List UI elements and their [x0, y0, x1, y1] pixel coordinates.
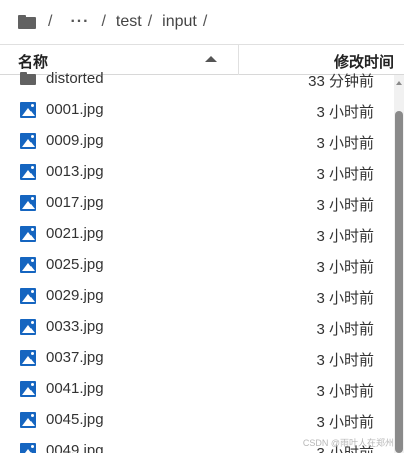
- breadcrumb: / ··· / test / input /: [0, 0, 404, 44]
- watermark: CSDN @雨叶人在郑州: [302, 438, 394, 448]
- image-file-icon: [20, 443, 36, 453]
- image-file-icon: [20, 102, 36, 118]
- file-row[interactable]: 0013.jpg 3 小时前: [0, 157, 394, 188]
- image-file-icon: [20, 195, 36, 211]
- file-name: 0045.jpg: [46, 411, 104, 428]
- image-file-icon: [20, 164, 36, 180]
- file-name: 0041.jpg: [46, 380, 104, 397]
- file-row[interactable]: 0037.jpg 3 小时前: [0, 343, 394, 374]
- image-file-icon: [20, 319, 36, 335]
- file-name: 0025.jpg: [46, 256, 104, 273]
- image-file-icon: [20, 133, 36, 149]
- file-row[interactable]: 0025.jpg 3 小时前: [0, 250, 394, 281]
- file-modified-time: 33 分钟前: [308, 73, 374, 90]
- breadcrumb-item-test[interactable]: test: [116, 13, 142, 31]
- file-row[interactable]: 0029.jpg 3 小时前: [0, 281, 394, 312]
- folder-icon[interactable]: [18, 15, 36, 29]
- scroll-up-icon[interactable]: [396, 81, 402, 85]
- breadcrumb-item-input[interactable]: input: [162, 13, 197, 31]
- file-name: 0009.jpg: [46, 132, 104, 149]
- file-modified-time: 3 小时前: [316, 228, 374, 245]
- file-name: 0037.jpg: [46, 349, 104, 366]
- breadcrumb-separator: /: [101, 13, 106, 30]
- file-browser: / ··· / test / input / 名称 修改时间 distorted…: [0, 0, 404, 453]
- file-name: 0013.jpg: [46, 163, 104, 180]
- file-list: distorted 33 分钟前 0001.jpg 3 小时前 0009.jpg 3 小时…: [0, 62, 394, 453]
- folder-row[interactable]: distorted 33 分钟前: [0, 64, 394, 95]
- image-file-icon: [20, 350, 36, 366]
- file-name: 0033.jpg: [46, 318, 104, 335]
- file-modified-time: 3 小时前: [316, 166, 374, 183]
- file-row[interactable]: 0017.jpg 3 小时前: [0, 188, 394, 219]
- folder-icon: [20, 71, 36, 87]
- image-file-icon: [20, 381, 36, 397]
- file-name: 0021.jpg: [46, 225, 104, 242]
- more-icon[interactable]: ···: [70, 13, 89, 31]
- file-modified-time: 3 小时前: [316, 352, 374, 369]
- breadcrumb-separator: /: [48, 13, 53, 30]
- file-modified-time: 3 小时前: [316, 259, 374, 276]
- image-file-icon: [20, 226, 36, 242]
- file-modified-time: 3 小时前: [316, 135, 374, 152]
- scrollbar[interactable]: [394, 75, 404, 453]
- file-row[interactable]: 0009.jpg 3 小时前: [0, 126, 394, 157]
- scrollbar-thumb[interactable]: [395, 111, 403, 453]
- file-name: 0049.jpg: [46, 442, 104, 453]
- file-name: 0017.jpg: [46, 194, 104, 211]
- image-file-icon: [20, 412, 36, 428]
- image-file-icon: [20, 257, 36, 273]
- file-modified-time: 3 小时前: [316, 290, 374, 307]
- breadcrumb-separator: /: [202, 13, 208, 30]
- file-modified-time: 3 小时前: [316, 197, 374, 214]
- file-row[interactable]: 0041.jpg 3 小时前: [0, 374, 394, 405]
- file-name: 0029.jpg: [46, 287, 104, 304]
- file-row[interactable]: 0001.jpg 3 小时前: [0, 95, 394, 126]
- file-modified-time: 3 小时前: [316, 414, 374, 431]
- file-modified-time: 3 小时前: [316, 321, 374, 338]
- file-modified-time: 3 小时前: [316, 104, 374, 121]
- file-name: distorted: [46, 70, 104, 87]
- image-file-icon: [20, 288, 36, 304]
- file-row[interactable]: 0021.jpg 3 小时前: [0, 219, 394, 250]
- file-row[interactable]: 0045.jpg 3 小时前: [0, 405, 394, 436]
- file-name: 0001.jpg: [46, 101, 104, 118]
- file-modified-time: 3 小时前: [316, 383, 374, 400]
- file-row[interactable]: 0033.jpg 3 小时前: [0, 312, 394, 343]
- breadcrumb-separator: /: [147, 13, 153, 30]
